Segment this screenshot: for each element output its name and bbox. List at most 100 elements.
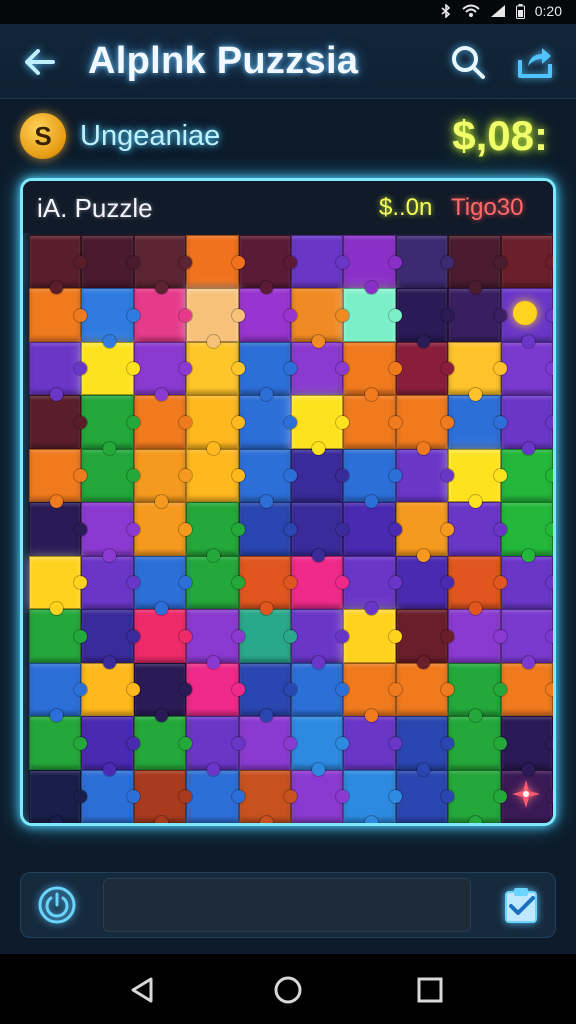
clipboard-button[interactable] [499,883,543,927]
nav-back-button[interactable] [124,972,160,1008]
puzzle-piece[interactable] [448,448,508,509]
puzzle-piece[interactable] [291,716,350,777]
puzzle-grid[interactable] [29,235,553,823]
puzzle-piece[interactable] [29,662,88,723]
puzzle-piece[interactable] [343,555,403,616]
puzzle-piece[interactable] [133,609,193,663]
puzzle-piece[interactable] [81,235,141,289]
puzzle-piece[interactable] [186,609,246,670]
puzzle-piece[interactable] [29,395,88,449]
puzzle-piece[interactable] [29,769,88,823]
puzzle-piece[interactable] [395,288,455,349]
puzzle-piece[interactable] [238,555,298,616]
puzzle-piece[interactable] [291,288,350,349]
puzzle-piece[interactable] [133,395,193,449]
puzzle-piece[interactable] [133,341,193,402]
puzzle-piece[interactable] [448,341,508,402]
puzzle-piece[interactable] [238,341,298,402]
puzzle-piece[interactable] [186,341,246,396]
puzzle-piece[interactable] [395,716,455,777]
puzzle-piece[interactable] [81,502,141,563]
puzzle-piece[interactable] [343,448,403,509]
puzzle-piece[interactable] [448,662,508,723]
puzzle-piece[interactable] [186,769,246,823]
puzzle-piece[interactable] [343,288,403,342]
puzzle-piece[interactable] [343,769,403,823]
puzzle-piece[interactable] [238,609,298,663]
puzzle-piece[interactable] [343,609,403,663]
puzzle-piece[interactable] [448,609,508,663]
puzzle-piece[interactable] [448,395,508,449]
puzzle-piece[interactable] [81,555,141,610]
puzzle-piece[interactable] [81,662,141,717]
puzzle-piece[interactable] [500,609,553,670]
puzzle-piece[interactable] [81,448,141,503]
puzzle-piece[interactable] [133,769,193,823]
puzzle-piece[interactable] [395,341,455,396]
puzzle-piece[interactable] [29,288,88,342]
power-button[interactable] [35,883,79,927]
puzzle-piece[interactable] [343,716,403,770]
puzzle-piece[interactable] [81,716,141,777]
puzzle-piece[interactable] [395,395,455,456]
puzzle-piece[interactable] [291,395,350,456]
puzzle-piece[interactable] [186,288,246,349]
search-button[interactable] [446,40,490,84]
puzzle-piece[interactable] [133,662,193,723]
puzzle-piece[interactable] [343,235,403,295]
puzzle-piece[interactable] [395,502,455,563]
puzzle-piece[interactable] [343,341,403,402]
puzzle-piece[interactable] [448,716,508,770]
puzzle-piece[interactable] [238,769,298,823]
puzzle-piece[interactable] [448,502,508,556]
puzzle-piece[interactable] [448,235,508,295]
puzzle-piece[interactable] [291,341,350,396]
puzzle-piece[interactable] [186,555,246,610]
puzzle-piece[interactable] [133,502,193,556]
puzzle-piece[interactable] [291,235,350,289]
puzzle-piece[interactable] [500,716,553,777]
puzzle-piece[interactable] [81,341,141,396]
puzzle-piece[interactable] [81,395,141,456]
nav-recents-button[interactable] [412,972,448,1008]
puzzle-piece[interactable] [29,716,88,770]
puzzle-piece[interactable] [29,502,88,556]
puzzle-piece[interactable] [395,448,455,503]
puzzle-piece[interactable] [395,662,455,717]
puzzle-piece[interactable] [186,502,246,563]
puzzle-piece[interactable] [291,662,350,717]
share-button[interactable] [512,40,558,84]
puzzle-piece[interactable] [343,662,403,723]
puzzle-piece[interactable] [238,448,298,509]
hint-icon[interactable] [513,301,537,325]
puzzle-piece[interactable] [238,502,298,556]
puzzle-piece[interactable] [500,662,553,717]
puzzle-piece[interactable] [186,662,246,717]
puzzle-piece[interactable] [395,609,455,670]
puzzle-piece[interactable] [29,235,88,295]
puzzle-piece[interactable] [395,235,455,289]
puzzle-piece[interactable] [81,288,141,349]
puzzle-piece[interactable] [133,235,193,295]
puzzle-piece[interactable] [133,716,193,770]
puzzle-piece[interactable] [133,448,193,509]
puzzle-piece[interactable] [448,555,508,616]
puzzle-piece[interactable] [343,502,403,556]
puzzle-piece[interactable] [291,609,350,670]
puzzle-piece[interactable] [291,555,350,610]
puzzle-piece[interactable] [133,288,193,342]
puzzle-piece[interactable] [238,662,298,723]
puzzle-piece[interactable] [238,716,298,770]
puzzle-piece[interactable] [500,555,553,610]
nav-home-button[interactable] [270,972,306,1008]
puzzle-piece[interactable] [186,235,246,289]
puzzle-piece[interactable] [29,555,88,616]
puzzle-piece[interactable] [238,288,298,342]
puzzle-piece[interactable] [81,609,141,670]
puzzle-piece[interactable] [81,769,141,823]
puzzle-piece[interactable] [29,341,88,402]
puzzle-piece[interactable] [448,769,508,823]
puzzle-piece[interactable] [29,609,88,663]
puzzle-piece[interactable] [291,448,350,503]
puzzle-piece[interactable] [238,235,298,295]
